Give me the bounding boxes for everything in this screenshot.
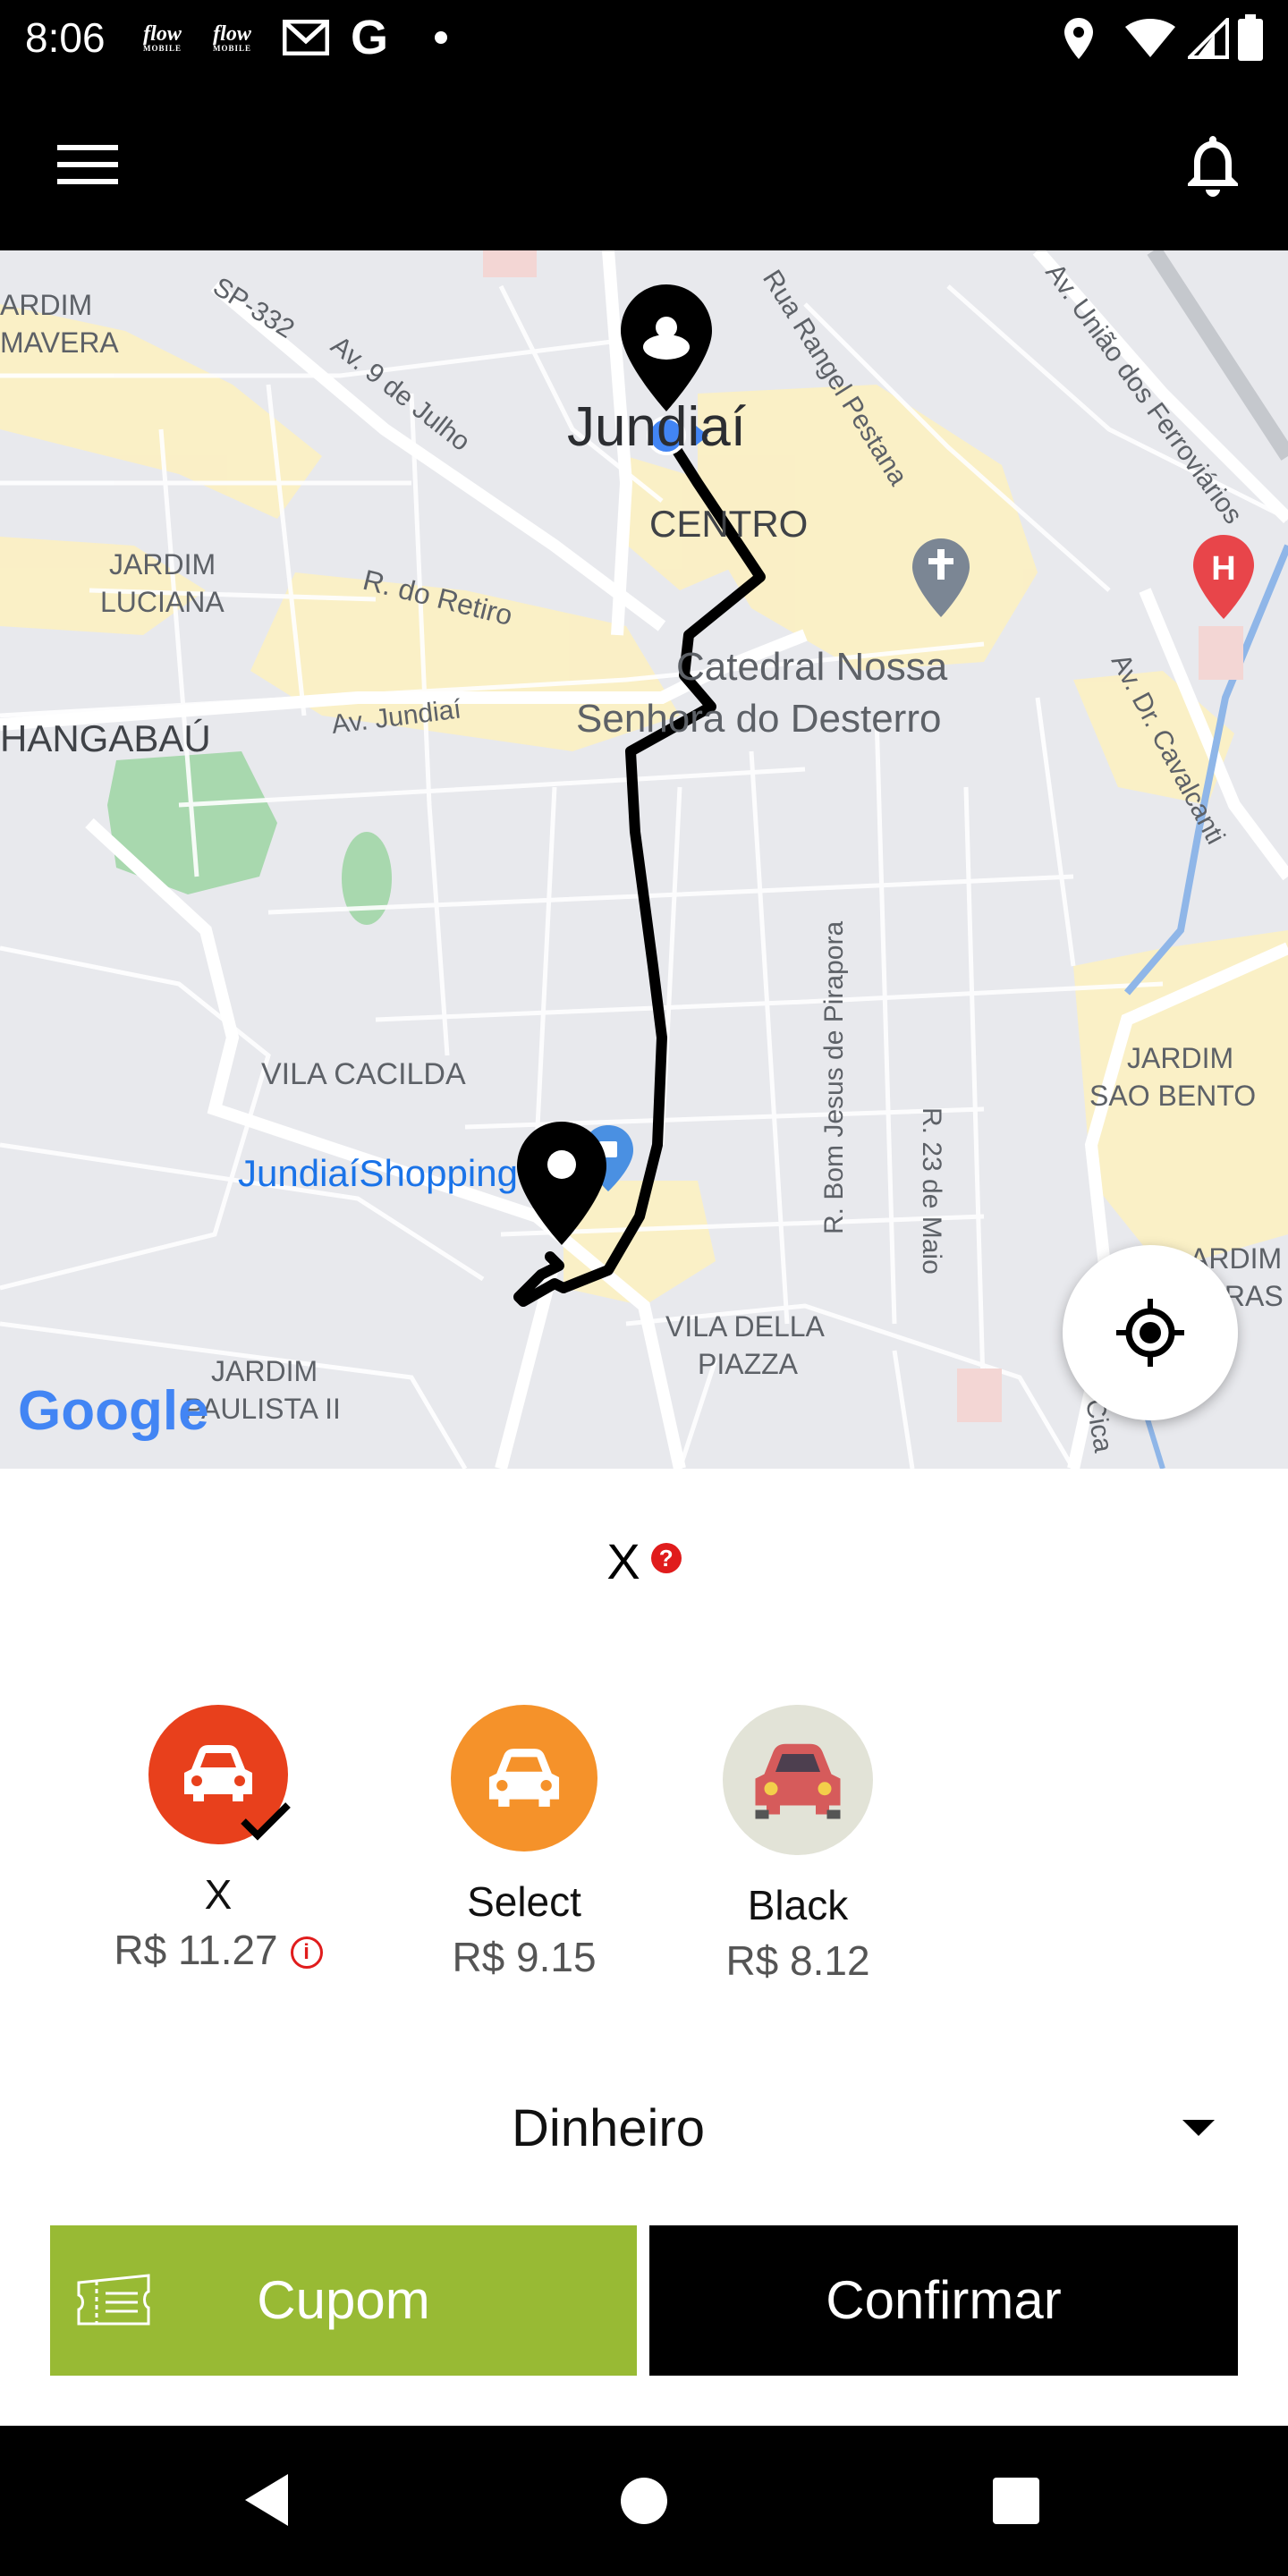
ride-option-price-value: R$ 11.27 (114, 1927, 278, 1973)
flow-label: flow (213, 21, 251, 46)
dropdown-arrow-icon (1182, 2120, 1215, 2136)
map-label: JundiaíShopping (238, 1152, 518, 1194)
confirm-label: Confirmar (826, 2270, 1062, 2330)
svg-text:H: H (1211, 550, 1235, 588)
bell-icon[interactable] (1184, 132, 1241, 197)
map-label: Jundiaí (567, 396, 746, 458)
ride-option-name: Select (467, 1878, 581, 1925)
flow-app-icon: flow MOBILE (143, 14, 182, 61)
status-bar: 8:06 flow MOBILE flow MOBILE G (0, 0, 1288, 75)
payment-method-label: Dinheiro (512, 2099, 705, 2157)
location-icon (1064, 18, 1093, 59)
map-label: SAO BENTO (1089, 1080, 1256, 1112)
check-icon (241, 1802, 291, 1841)
dot-icon (435, 14, 447, 61)
car-icon (755, 1743, 841, 1819)
flow-app-icon: flow MOBILE (213, 14, 251, 61)
map-label: R. 23 de Maio (917, 1107, 946, 1275)
map-label: VILA DELLA (665, 1310, 826, 1343)
car-option-circle (723, 1705, 873, 1855)
ride-option-black[interactable]: Black R$ 8.12 (664, 1705, 932, 1986)
origin-pin-icon (621, 284, 712, 411)
building (483, 250, 537, 277)
flow-label: flow (143, 21, 182, 46)
map-label: JARDIM (1127, 1042, 1233, 1074)
map-label: LUCIANA (100, 586, 225, 618)
ride-option-x[interactable]: X R$ 11.27 i (84, 1705, 352, 1975)
building (1199, 626, 1243, 680)
wifi-icon (1125, 19, 1175, 57)
hospital-icon: H (1193, 535, 1254, 619)
app-bar (0, 75, 1288, 250)
coupon-button[interactable]: Cupom (50, 2225, 637, 2376)
status-time: 8:06 (25, 14, 106, 61)
parks (107, 751, 392, 925)
my-location-button[interactable] (1063, 1245, 1238, 1420)
building (957, 1368, 1002, 1422)
ride-option-price: R$ 9.15 (452, 1934, 597, 1980)
ride-option-name: X (204, 1871, 233, 1918)
google-logo: Google (18, 1380, 209, 1442)
map-label: MAVERA (0, 326, 119, 359)
gmail-icon (283, 14, 329, 61)
car-icon (184, 1745, 252, 1801)
back-icon[interactable] (242, 2472, 292, 2528)
map-label: CENTRO (649, 503, 808, 545)
car-option-circle (451, 1705, 597, 1852)
flow-sub: MOBILE (143, 43, 182, 53)
ride-option-select[interactable]: Select R$ 9.15 (390, 1705, 658, 1982)
map-label: HANGABAÚ (0, 717, 211, 759)
confirm-button[interactable]: Confirmar (649, 2225, 1238, 2376)
help-icon[interactable]: ? (650, 1543, 682, 1573)
map-label: Senhora do Desterro (576, 697, 941, 741)
map-label: SP-332 (208, 272, 299, 344)
map-label: VILA CACILDA (261, 1057, 466, 1091)
map-label: PIAZZA (698, 1348, 799, 1380)
recents-icon[interactable] (991, 2476, 1041, 2526)
home-icon[interactable] (619, 2476, 669, 2526)
flow-sub: MOBILE (213, 43, 252, 53)
battery-icon (1238, 14, 1263, 61)
signal-icon (1188, 18, 1229, 59)
ticket-icon (77, 2274, 150, 2326)
ride-option-name: Black (747, 1882, 849, 1928)
category-title-text: X (606, 1533, 640, 1589)
coupon-label: Cupom (257, 2270, 430, 2330)
map-label: Catedral Nossa (676, 645, 948, 689)
hamburger-menu-icon[interactable] (57, 143, 118, 186)
payment-method-select[interactable]: Dinheiro (0, 2093, 1288, 2165)
my-location-icon (1116, 1299, 1184, 1367)
map-label: R. Bom Jesus de Pirapora (819, 921, 849, 1234)
ride-option-price: R$ 11.27 i (84, 1925, 352, 1975)
map-label: ARDIM (0, 289, 92, 321)
map-label: JARDIM (211, 1355, 318, 1387)
car-option-circle (148, 1705, 291, 1844)
info-icon[interactable]: i (290, 1936, 323, 1969)
ride-option-price: R$ 8.12 (725, 1937, 870, 1984)
google-icon: G (351, 11, 389, 64)
selected-category-title: X? (0, 1526, 1288, 1597)
map-label: JARDIM (109, 548, 216, 580)
car-icon (488, 1749, 560, 1807)
system-navigation-bar (0, 2426, 1288, 2576)
